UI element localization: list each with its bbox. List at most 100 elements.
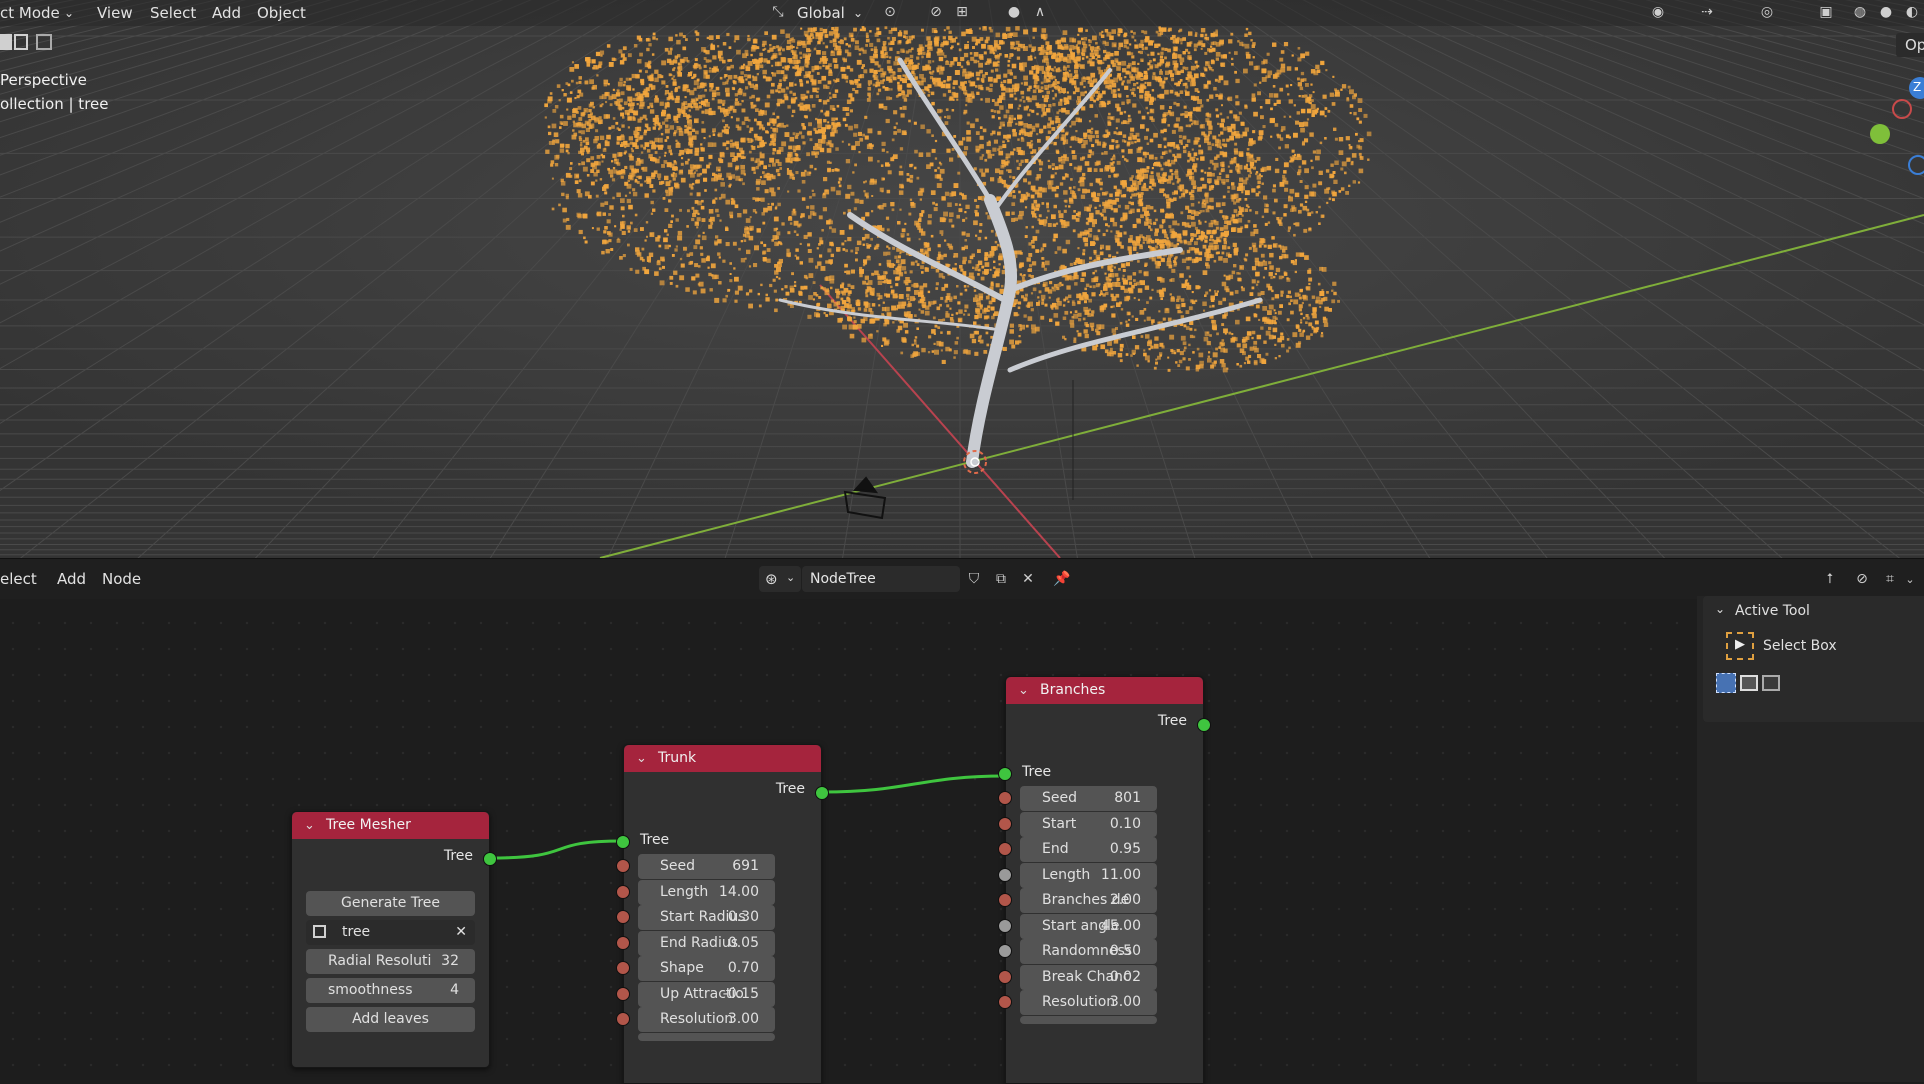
node-trunk[interactable]: ⌄ Trunk Tree Tree Seed691Length14.00Star…	[623, 744, 822, 1084]
field-branches-de[interactable]: Branches de2.00	[1020, 888, 1157, 913]
chevron-down-icon[interactable]: ⌄	[304, 812, 315, 839]
solid-shading-icon[interactable]: ●	[1876, 3, 1896, 21]
field-seed[interactable]: Seed691	[638, 854, 775, 879]
duplicate-icon[interactable]: ⧉	[991, 570, 1011, 588]
radial-resolution-field[interactable]: Radial Resoluti 32	[306, 949, 475, 974]
select-subtract-icon[interactable]	[36, 34, 52, 50]
socket-tree-mesher-output[interactable]	[483, 852, 497, 866]
field-break-chanc[interactable]: Break Chanc0.02	[1020, 965, 1157, 990]
select-extend-icon[interactable]	[14, 34, 28, 50]
node-header[interactable]: ⌄ Branches	[1006, 677, 1203, 704]
socket-input-randomness[interactable]	[998, 944, 1012, 958]
socket-input-shape[interactable]	[616, 961, 630, 975]
field-length[interactable]: Length11.00	[1020, 863, 1157, 888]
falloff-icon[interactable]: ∧	[1030, 3, 1050, 21]
select-box-tool-icon[interactable]: ▶	[1726, 632, 1754, 660]
select-mode-new-icon[interactable]	[1716, 673, 1736, 693]
smoothness-field[interactable]: smoothness 4	[306, 978, 475, 1003]
add-leaves-button[interactable]: Add leaves	[306, 1007, 475, 1032]
transform-orientation-dropdown[interactable]: Global	[797, 4, 845, 22]
field-length[interactable]: Length14.00	[638, 880, 775, 905]
field-start-radius[interactable]: Start Radius0.30	[638, 905, 775, 930]
node-header[interactable]: ⌄ Trunk	[624, 745, 821, 772]
socket-input-seed[interactable]	[616, 859, 630, 873]
socket-input-resolution[interactable]	[998, 995, 1012, 1009]
snap-icon[interactable]: ⊘	[926, 3, 946, 21]
panel-title[interactable]: Active Tool	[1735, 603, 1810, 619]
visibility-icon[interactable]: ◉	[1648, 3, 1668, 21]
field-start-angle[interactable]: Start angle45.00	[1020, 914, 1157, 939]
field-up-attractio[interactable]: Up Attractio-0.15	[638, 982, 775, 1007]
tree-type-selector[interactable]: ⊛ ⌄	[759, 566, 801, 592]
menu-add[interactable]: Add	[57, 570, 86, 588]
field-seed[interactable]: Seed801	[1020, 786, 1157, 811]
generate-tree-button[interactable]: Generate Tree	[306, 891, 475, 916]
socket-trunk-input-tree[interactable]	[616, 835, 630, 849]
clear-icon[interactable]: ✕	[455, 920, 467, 945]
field-randomness[interactable]: Randomness0.50	[1020, 939, 1157, 964]
socket-trunk-output[interactable]	[815, 786, 829, 800]
socket-input-length[interactable]	[616, 885, 630, 899]
options-button[interactable]: Op	[1896, 33, 1924, 57]
menu-node[interactable]: Node	[102, 570, 141, 588]
chevron-down-icon[interactable]: ⌄	[64, 6, 74, 20]
select-mode-extend-icon[interactable]	[1740, 675, 1758, 691]
3d-viewport[interactable]: ct Mode ⌄ View Select Add Object ⤡ Globa…	[0, 0, 1924, 558]
field-shape[interactable]: Shape0.70	[638, 956, 775, 981]
field-resolution[interactable]: Resolution3.00	[638, 1007, 775, 1032]
node-tree-mesher[interactable]: ⌄ Tree Mesher Tree Generate Tree tree ✕ …	[291, 811, 490, 1068]
menu-object[interactable]: Object	[257, 4, 306, 22]
select-new-icon[interactable]	[0, 34, 12, 50]
fake-user-shield-icon[interactable]: ⛉	[964, 570, 984, 588]
menu-view[interactable]: View	[97, 4, 133, 22]
field-end-radius[interactable]: End Radius0.05	[638, 931, 775, 956]
socket-input-length[interactable]	[998, 868, 1012, 882]
select-mode-subtract-icon[interactable]	[1762, 675, 1780, 691]
field-overflow[interactable]	[1020, 1016, 1157, 1024]
wireframe-shading-icon[interactable]: ◍	[1850, 3, 1870, 21]
socket-input-break-chanc[interactable]	[998, 970, 1012, 984]
socket-input-seed[interactable]	[998, 791, 1012, 805]
socket-input-up-attractio[interactable]	[616, 987, 630, 1001]
field-resolution[interactable]: Resolution3.00	[1020, 990, 1157, 1015]
socket-input-end[interactable]	[998, 842, 1012, 856]
overlays-icon[interactable]: ◎	[1757, 3, 1777, 21]
object-picker-field[interactable]: tree ✕	[306, 920, 475, 945]
material-shading-icon[interactable]: ◐	[1902, 3, 1922, 21]
socket-branches-output[interactable]	[1197, 718, 1211, 732]
node-tree-name-field[interactable]: NodeTree	[802, 566, 960, 592]
socket-input-start[interactable]	[998, 817, 1012, 831]
socket-input-branches-de[interactable]	[998, 893, 1012, 907]
socket-branches-input-tree[interactable]	[998, 767, 1012, 781]
parent-node-tree-icon[interactable]: ⭡	[1820, 570, 1840, 588]
field-start[interactable]: Start0.10	[1020, 812, 1157, 837]
chevron-down-icon[interactable]: ⌄	[1900, 571, 1920, 589]
mode-selector[interactable]: ct Mode	[0, 4, 60, 22]
socket-input-start-radius[interactable]	[616, 910, 630, 924]
transform-orientation-icon[interactable]: ⤡	[768, 3, 788, 21]
socket-input-end-radius[interactable]	[616, 936, 630, 950]
menu-select[interactable]: Select	[150, 4, 196, 22]
pin-icon[interactable]: 📌	[1052, 570, 1072, 588]
chevron-down-icon[interactable]: ⌄	[1715, 602, 1725, 616]
xray-icon[interactable]: ▣	[1816, 3, 1836, 21]
snap-grid-icon[interactable]: ⌗	[1880, 570, 1900, 588]
gizmo-toggle-icon[interactable]: ⇢	[1697, 3, 1717, 21]
field-overflow[interactable]	[638, 1033, 775, 1041]
chevron-down-icon[interactable]: ⌄	[636, 745, 647, 772]
proportional-edit-icon[interactable]: ●	[1004, 3, 1024, 21]
menu-add[interactable]: Add	[212, 4, 241, 22]
close-icon[interactable]: ✕	[1018, 570, 1038, 588]
snap-target-icon[interactable]: ⊞	[952, 3, 972, 21]
chevron-down-icon[interactable]: ⌄	[1018, 677, 1029, 704]
pivot-point-icon[interactable]: ⊙	[880, 3, 900, 21]
node-branches[interactable]: ⌄ Branches Tree Tree Seed801Start0.10End…	[1005, 676, 1204, 1084]
chevron-down-icon[interactable]: ⌄	[853, 6, 863, 20]
node-header[interactable]: ⌄ Tree Mesher	[292, 812, 489, 839]
viewport-scene[interactable]	[0, 0, 1924, 558]
snap-icon[interactable]: ⊘	[1852, 570, 1872, 588]
field-end[interactable]: End0.95	[1020, 837, 1157, 862]
menu-select[interactable]: elect	[0, 570, 37, 588]
socket-input-start-angle[interactable]	[998, 919, 1012, 933]
socket-input-resolution[interactable]	[616, 1012, 630, 1026]
